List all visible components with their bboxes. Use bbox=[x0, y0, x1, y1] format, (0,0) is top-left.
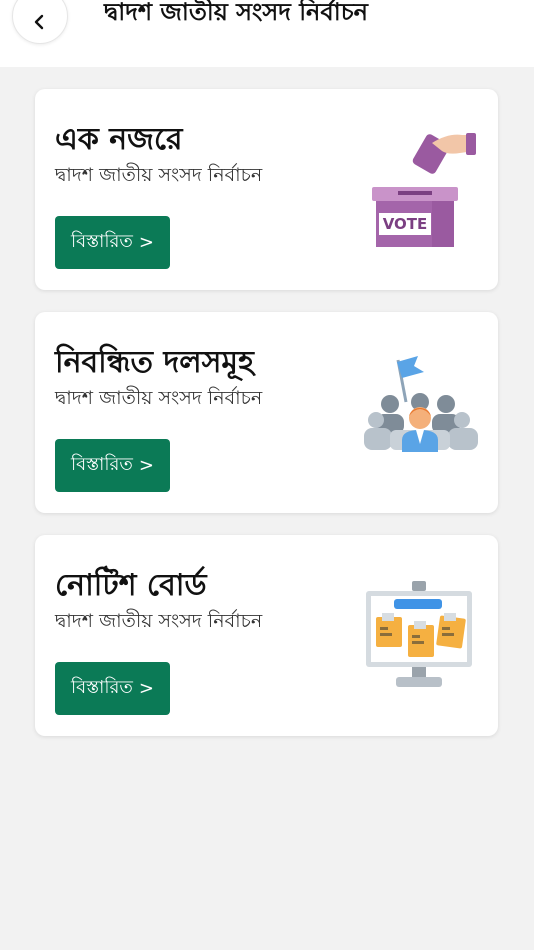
card-subtitle: দ্বাদশ জাতীয় সংসদ নির্বাচন bbox=[55, 387, 263, 409]
chevron-left-icon bbox=[34, 14, 44, 30]
card-notice-board[interactable]: নোটিশ বোর্ড দ্বাদশ জাতীয় সংসদ নির্বাচন … bbox=[35, 535, 498, 736]
political-party-icon bbox=[364, 356, 478, 452]
chevron-right-icon: > bbox=[138, 678, 154, 699]
card-at-a-glance[interactable]: এক নজরে দ্বাদশ জাতীয় সংসদ নির্বাচন বিস্… bbox=[35, 89, 498, 290]
details-button[interactable]: বিস্তারিত > bbox=[55, 439, 170, 492]
card-subtitle: দ্বাদশ জাতীয় সংসদ নির্বাচন bbox=[55, 610, 263, 632]
details-button-label: বিস্তারিত bbox=[71, 231, 133, 252]
card-subtitle: দ্বাদশ জাতীয় সংসদ নির্বাচন bbox=[55, 164, 263, 186]
page-title: দ্বাদশ জাতীয় সংসদ নির্বাচন bbox=[104, 0, 368, 26]
chevron-right-icon: > bbox=[138, 232, 154, 253]
details-button-label: বিস্তারিত bbox=[71, 677, 133, 698]
card-title: নোটিশ বোর্ড bbox=[55, 568, 207, 603]
vote-label: VOTE bbox=[383, 215, 428, 233]
notice-board-icon bbox=[366, 581, 472, 687]
back-button[interactable] bbox=[12, 0, 68, 44]
details-button[interactable]: বিস্তারিত > bbox=[55, 216, 170, 269]
details-button-label: বিস্তারিত bbox=[71, 454, 133, 475]
ballot-box-icon: VOTE bbox=[372, 133, 476, 247]
app-header: দ্বাদশ জাতীয় সংসদ নির্বাচন bbox=[0, 0, 534, 67]
card-registered-parties[interactable]: নিবন্ধিত দলসমূহ দ্বাদশ জাতীয় সংসদ নির্ব… bbox=[35, 312, 498, 513]
chevron-right-icon: > bbox=[138, 455, 154, 476]
card-title: নিবন্ধিত দলসমূহ bbox=[55, 345, 254, 380]
card-title: এক নজরে bbox=[55, 122, 183, 157]
details-button[interactable]: বিস্তারিত > bbox=[55, 662, 170, 715]
